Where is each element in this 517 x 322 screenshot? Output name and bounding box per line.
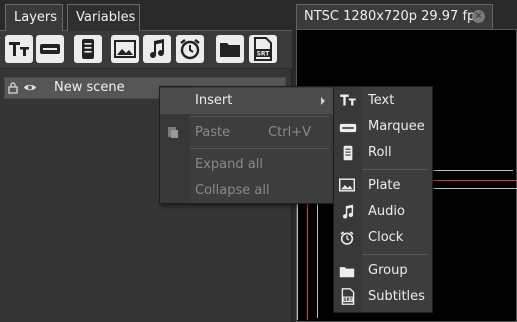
menu-separator xyxy=(362,169,428,170)
submenu-item-plate[interactable]: Plate xyxy=(334,173,432,199)
menu-item-paste-label: Paste xyxy=(195,125,231,140)
close-icon[interactable]: ✕ xyxy=(472,10,485,23)
menu-item-insert[interactable]: Insert xyxy=(160,88,333,114)
plate-icon xyxy=(339,178,355,192)
add-plate-button[interactable] xyxy=(111,35,139,63)
subtitles-badge: SRT xyxy=(344,297,353,302)
submenu-item-clock[interactable]: Clock xyxy=(334,225,432,251)
submenu-item-plate-label: Plate xyxy=(368,178,401,193)
folder-icon xyxy=(220,43,240,57)
submenu-item-subtitles-label: Subtitles xyxy=(368,289,425,304)
add-audio-button[interactable] xyxy=(143,35,171,63)
text-icon xyxy=(9,42,29,56)
menu-item-insert-label: Insert xyxy=(195,93,233,108)
eye-icon[interactable] xyxy=(23,83,37,92)
add-subtitles-button[interactable]: SRT xyxy=(249,35,277,63)
submenu-item-audio[interactable]: Audio xyxy=(334,199,432,225)
context-menu: Insert Paste Ctrl+V Expand all Collapse … xyxy=(159,86,334,204)
submenu-item-marquee[interactable]: Marquee xyxy=(334,114,432,140)
submenu-item-marquee-label: Marquee xyxy=(368,119,425,134)
menu-item-expand-all-label: Expand all xyxy=(195,157,263,172)
menu-separator xyxy=(190,148,329,149)
clock-icon xyxy=(340,231,354,245)
tab-layers-label: Layers xyxy=(14,10,58,25)
menu-item-expand-all[interactable]: Expand all xyxy=(160,152,333,178)
marquee-icon xyxy=(339,123,357,133)
scene-label: New scene xyxy=(54,80,125,95)
menu-item-paste[interactable]: Paste Ctrl+V xyxy=(160,120,333,146)
menu-separator xyxy=(362,254,428,255)
subtitles-icon: SRT xyxy=(341,288,355,305)
submenu-item-roll[interactable]: Roll xyxy=(334,140,432,166)
insert-submenu: Text Marquee Roll Plate Audio Clock Grou… xyxy=(333,86,433,313)
paste-icon xyxy=(168,127,178,138)
menu-separator xyxy=(190,116,329,117)
clock-icon xyxy=(180,39,200,60)
subtitles-badge: SRT xyxy=(257,51,271,58)
folder-icon xyxy=(339,267,355,278)
add-text-button[interactable] xyxy=(5,35,33,63)
add-roll-button[interactable] xyxy=(74,35,102,63)
submenu-item-subtitles[interactable]: SRT Subtitles xyxy=(334,284,432,310)
submenu-item-clock-label: Clock xyxy=(368,230,404,245)
submenu-item-group[interactable]: Group xyxy=(334,258,432,284)
tab-variables-label: Variables xyxy=(76,10,136,25)
text-icon xyxy=(340,94,356,106)
audio-icon xyxy=(342,204,354,219)
add-clock-button[interactable] xyxy=(176,35,204,63)
submenu-item-audio-label: Audio xyxy=(368,204,405,219)
tab-variables[interactable]: Variables xyxy=(67,4,140,31)
preview-tab-title: NTSC 1280x720p 29.97 fps xyxy=(304,9,483,24)
submenu-item-roll-label: Roll xyxy=(368,145,392,160)
add-marquee-button[interactable] xyxy=(36,35,64,63)
add-group-button[interactable] xyxy=(216,35,244,63)
subtitles-icon: SRT xyxy=(254,37,272,61)
menu-item-collapse-all[interactable]: Collapse all xyxy=(160,178,333,204)
submenu-item-text-label: Text xyxy=(368,93,395,108)
lock-icon[interactable] xyxy=(8,82,18,94)
panel-tab-strip: Layers Variables xyxy=(0,0,292,31)
plate-icon xyxy=(114,40,136,58)
submenu-item-text[interactable]: Text xyxy=(334,88,432,114)
preview-tab[interactable]: NTSC 1280x720p 29.97 fps ✕ xyxy=(296,4,493,29)
roll-icon xyxy=(82,39,94,59)
submenu-item-group-label: Group xyxy=(368,263,408,278)
menu-item-collapse-all-label: Collapse all xyxy=(195,183,270,198)
marquee-icon xyxy=(40,44,60,54)
audio-icon xyxy=(150,39,165,59)
roll-icon xyxy=(343,145,353,161)
paste-shortcut: Ctrl+V xyxy=(268,125,311,140)
submenu-arrow-icon xyxy=(321,97,325,105)
tab-layers[interactable]: Layers xyxy=(5,4,63,31)
insert-toolbar: SRT xyxy=(0,31,292,69)
